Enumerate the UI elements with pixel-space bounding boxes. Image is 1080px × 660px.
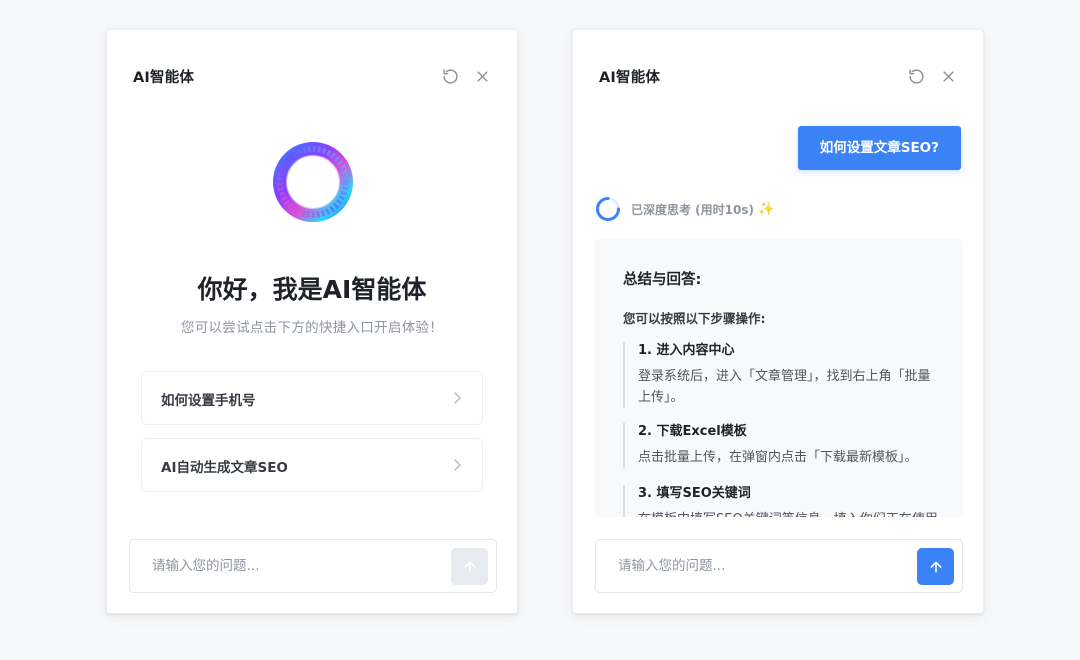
assistant-answer-card: 总结与回答: 您可以按照以下步骤操作: 1. 进入内容中心 登录系统后，进入「文…	[595, 239, 963, 517]
question-input[interactable]	[618, 555, 898, 577]
loading-spinner-icon	[596, 197, 620, 221]
panel-header-actions	[907, 67, 957, 85]
answer-step: 2. 下载Excel模板 点击批量上传，在弹窗内点击「下载最新模板」。	[623, 423, 943, 468]
refresh-icon[interactable]	[441, 67, 459, 85]
step-title: 2. 下载Excel模板	[638, 424, 747, 439]
close-icon[interactable]	[473, 67, 491, 85]
step-description: 在模板中填写SEO关键词等信息，填入你们正在使用的内容。	[638, 509, 943, 517]
step-description: 登录系统后，进入「文章管理」，找到右上角「批量上传」。	[638, 369, 931, 405]
refresh-icon[interactable]	[907, 67, 925, 85]
quick-entry-auto-seo[interactable]: AI自动生成文章SEO	[141, 438, 483, 492]
thinking-status-text: 已深度思考 (用时10s)	[631, 202, 754, 217]
send-button[interactable]	[451, 548, 488, 585]
step-description: 点击批量上传，在弹窗内点击「下载最新模板」。	[638, 450, 918, 465]
answer-title: 总结与回答:	[623, 272, 702, 288]
chat-input-bar	[595, 539, 963, 593]
answer-step: 3. 填写SEO关键词 在模板中填写SEO关键词等信息，填入你们正在使用的内容。	[623, 485, 943, 517]
answer-intro: 您可以按照以下步骤操作:	[623, 311, 766, 326]
chat-input-bar	[129, 539, 497, 593]
thinking-status[interactable]: 已深度思考 (用时10s) ✨	[595, 196, 774, 222]
step-title: 1. 进入内容中心	[638, 343, 735, 358]
arrow-up-icon	[464, 561, 475, 572]
arrow-up-icon	[930, 561, 941, 572]
close-icon[interactable]	[939, 67, 957, 85]
chevron-right-icon	[452, 390, 462, 406]
quick-entry-set-phone[interactable]: 如何设置手机号	[141, 371, 483, 425]
panel-title: AI智能体	[599, 70, 661, 86]
chat-panel-welcome: AI智能体 你好，我是AI智能体 您可以尝试点击下方的快捷入口开启体验！ 如何设…	[106, 29, 518, 614]
send-button[interactable]	[917, 548, 954, 585]
quick-entry-label: 如何设置手机号	[161, 393, 256, 409]
greeting-subtitle: 您可以尝试点击下方的快捷入口开启体验！	[180, 320, 444, 336]
chevron-right-icon	[452, 457, 462, 473]
answer-step: 1. 进入内容中心 登录系统后，进入「文章管理」，找到右上角「批量上传」。	[623, 342, 943, 408]
ai-orb-logo	[267, 136, 359, 228]
panel-title: AI智能体	[133, 70, 195, 86]
greeting-heading: 你好，我是AI智能体	[197, 275, 427, 304]
step-title: 3. 填写SEO关键词	[638, 486, 751, 501]
sparkle-icon: ✨	[758, 201, 775, 217]
question-input[interactable]	[152, 555, 432, 577]
chat-panel-conversation: AI智能体 如何设置文章SEO? 已深度思考 (用时10s) ✨ 总结与回答: …	[572, 29, 984, 614]
quick-entry-label: AI自动生成文章SEO	[161, 460, 288, 476]
user-message-bubble: 如何设置文章SEO?	[797, 126, 961, 170]
panel-header-actions	[441, 67, 491, 85]
